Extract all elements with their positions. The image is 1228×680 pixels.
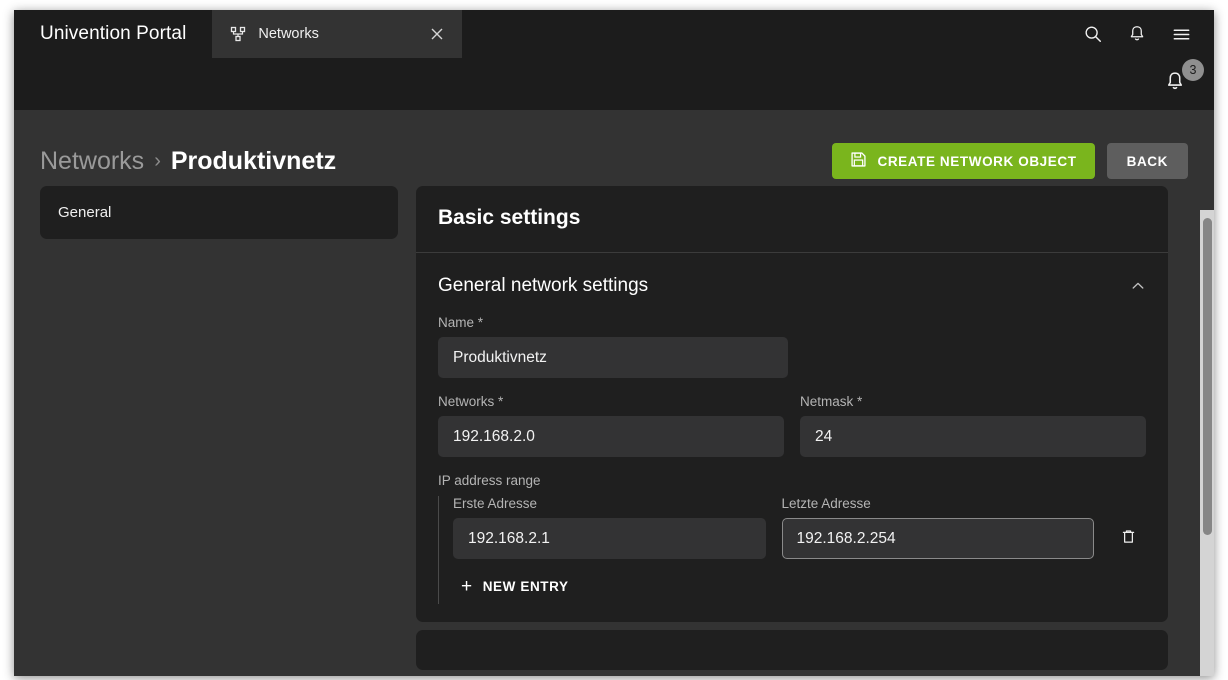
- tab-label: Networks: [258, 26, 319, 42]
- basic-settings-card: Basic settings General network settings …: [416, 186, 1168, 622]
- new-entry-button[interactable]: + NEW ENTRY: [453, 569, 579, 604]
- field-name: Name *: [438, 315, 788, 378]
- breadcrumb-parent[interactable]: Networks: [40, 147, 144, 176]
- ip-address-range-group: IP address range Erste Adresse Letzte Ad…: [438, 473, 1146, 604]
- panes: General Basic settings General network s…: [14, 186, 1214, 676]
- delete-ip-range-button[interactable]: [1110, 518, 1146, 559]
- chevron-up-icon[interactable]: [1130, 278, 1146, 294]
- network-netmask-row: Networks * Netmask *: [438, 394, 1146, 473]
- field-networks-label: Networks *: [438, 394, 504, 409]
- field-last-address-label: Letzte Adresse: [781, 496, 871, 511]
- page-header: Networks › Produktivnetz CREATE NETWORK …: [14, 110, 1214, 186]
- field-netmask-label: Netmask *: [800, 394, 863, 409]
- notification-indicator[interactable]: 3: [1162, 59, 1204, 99]
- field-first-address: Erste Adresse: [453, 496, 766, 559]
- vertical-scrollbar[interactable]: [1200, 210, 1214, 676]
- networks-input[interactable]: [438, 416, 784, 457]
- trash-icon: [1120, 528, 1137, 550]
- field-netmask: Netmask *: [800, 394, 1146, 457]
- scrollbar-thumb[interactable]: [1203, 218, 1212, 535]
- field-networks: Networks *: [438, 394, 784, 457]
- page-title: Produktivnetz: [170, 146, 337, 175]
- field-name-label: Name *: [438, 315, 484, 330]
- ip-address-range-body: Erste Adresse Letzte Adresse: [438, 496, 1146, 604]
- create-network-object-label: CREATE NETWORK OBJECT: [877, 153, 1077, 169]
- portal-window: Univention Portal Networks 3 Networks › …: [14, 10, 1214, 676]
- back-button[interactable]: BACK: [1106, 143, 1188, 179]
- card-title: Basic settings: [438, 206, 581, 229]
- general-network-settings-body: Name * Networks * Netmask *: [416, 315, 1168, 622]
- save-floppy-icon: [850, 151, 867, 171]
- create-network-object-button[interactable]: CREATE NETWORK OBJECT: [832, 143, 1095, 179]
- chevron-right-icon: ›: [154, 149, 161, 172]
- search-icon[interactable]: [1076, 17, 1110, 51]
- general-network-settings-header[interactable]: General network settings: [416, 253, 1168, 315]
- ip-range-entry-row: Erste Adresse Letzte Adresse: [453, 496, 1146, 569]
- content-area: Networks › Produktivnetz CREATE NETWORK …: [14, 110, 1214, 676]
- field-last-address: Letzte Adresse: [781, 496, 1094, 559]
- plus-icon: +: [461, 576, 473, 597]
- field-first-address-label: Erste Adresse: [453, 496, 538, 511]
- main-panel: Basic settings General network settings …: [416, 186, 1200, 676]
- last-address-input[interactable]: [781, 518, 1094, 559]
- next-settings-card: [416, 630, 1168, 670]
- ip-address-range-label: IP address range: [438, 473, 541, 488]
- sidebar-item-label: General: [58, 204, 112, 221]
- portal-title: Univention Portal: [40, 23, 187, 44]
- back-button-label: BACK: [1126, 153, 1168, 169]
- titlebar-spacer: [462, 10, 1076, 58]
- breadcrumb: Networks › Produktivnetz: [40, 147, 336, 176]
- notification-bar: 3: [14, 58, 1214, 110]
- netmask-input[interactable]: [800, 416, 1146, 457]
- name-input[interactable]: [438, 337, 788, 378]
- sidebar: General: [40, 186, 398, 676]
- notification-count-badge: 3: [1182, 59, 1204, 81]
- tab-networks[interactable]: Networks: [212, 10, 463, 58]
- close-icon[interactable]: [428, 25, 446, 43]
- sidebar-item-general[interactable]: General: [40, 186, 398, 239]
- titlebar-actions: [1076, 10, 1214, 58]
- section-title: General network settings: [438, 275, 649, 296]
- menu-icon[interactable]: [1164, 17, 1198, 51]
- first-address-input[interactable]: [453, 518, 766, 559]
- title-bar: Univention Portal Networks: [14, 10, 1214, 58]
- new-entry-label: NEW ENTRY: [482, 579, 569, 594]
- notifications-icon[interactable]: [1120, 17, 1154, 51]
- network-topology-icon: [230, 26, 246, 42]
